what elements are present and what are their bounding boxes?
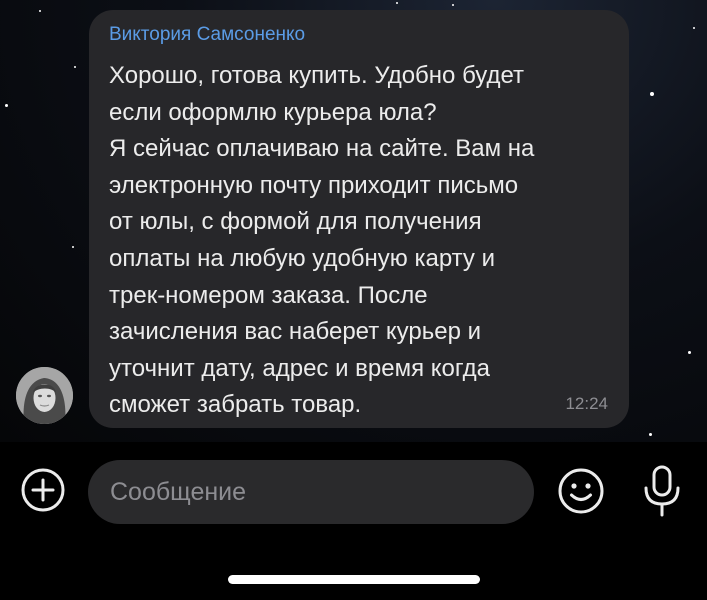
star <box>5 104 8 107</box>
sender-name[interactable]: Виктория Самсоненко <box>109 24 305 46</box>
voice-button[interactable] <box>640 464 684 518</box>
star <box>693 27 695 29</box>
avatar[interactable] <box>16 367 73 424</box>
emoji-button[interactable] <box>557 467 605 515</box>
star <box>452 4 454 6</box>
message-input[interactable]: Сообщение <box>88 460 534 524</box>
attach-button[interactable] <box>20 467 66 513</box>
message-time: 12:24 <box>565 394 608 413</box>
composer-bar: Сообщение <box>0 442 707 600</box>
message-text: Хорошо, готова купить. Удобно будет если… <box>109 62 535 419</box>
avatar-image <box>16 367 73 424</box>
star <box>396 2 398 4</box>
star <box>39 10 41 12</box>
smiley-icon <box>558 468 604 514</box>
message-input-placeholder: Сообщение <box>110 477 247 506</box>
star <box>649 433 652 436</box>
star <box>74 66 76 68</box>
star <box>650 92 654 96</box>
microphone-icon <box>644 465 680 517</box>
home-indicator[interactable] <box>228 575 480 584</box>
plus-circle-icon <box>21 468 65 512</box>
star <box>72 246 74 248</box>
star <box>688 351 691 354</box>
chat-area[interactable]: Виктория Самсоненко Хорошо, готова купит… <box>0 0 707 442</box>
message-bubble[interactable]: Виктория Самсоненко Хорошо, готова купит… <box>89 10 629 428</box>
